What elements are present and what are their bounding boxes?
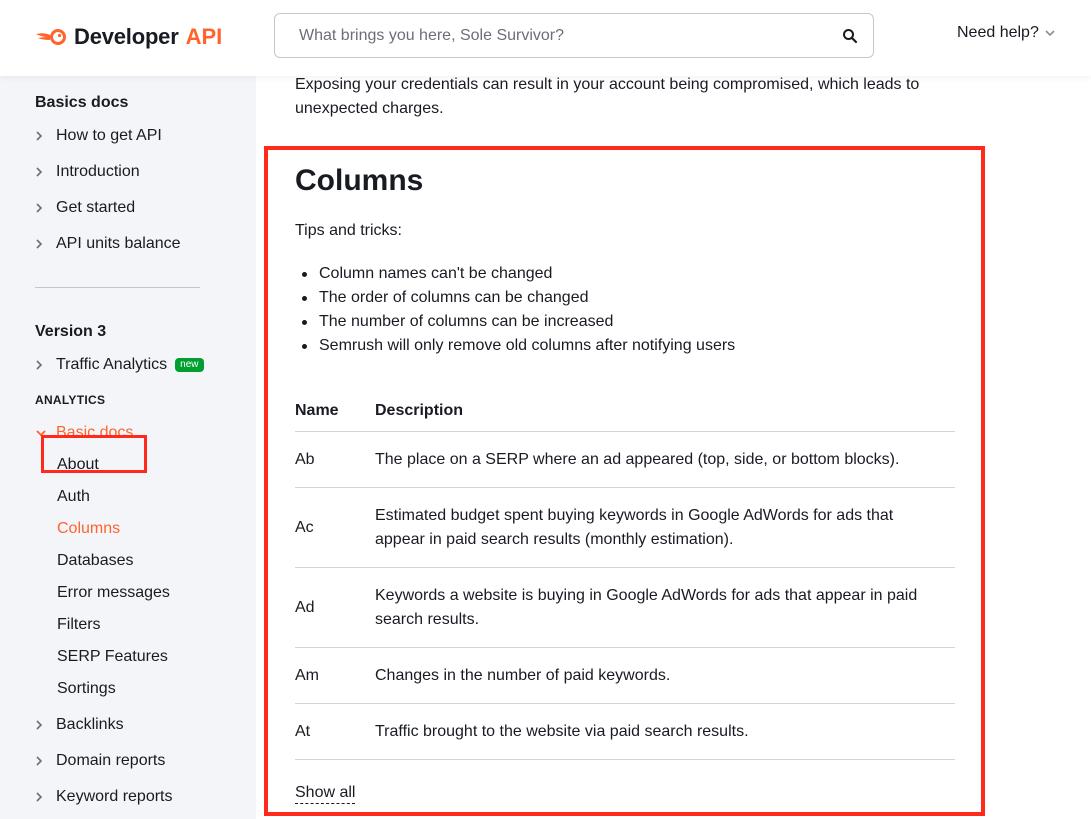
- sidebar-item-domain-reports[interactable]: Domain reports: [35, 749, 165, 773]
- chevron-right-icon: [35, 791, 56, 803]
- chevron-right-icon: [35, 130, 56, 142]
- table-row: Ac Estimated budget spent buying keyword…: [295, 488, 955, 568]
- sidebar-caps-analytics: ANALYTICS: [35, 393, 106, 407]
- logo-link[interactable]: Developer API: [34, 22, 222, 52]
- tip-item: The number of columns can be increased: [295, 310, 735, 334]
- show-all-link[interactable]: Show all: [295, 783, 356, 804]
- table-row: At Traffic brought to the website via pa…: [295, 704, 955, 760]
- sidebar-subitem-filters[interactable]: Filters: [57, 613, 101, 637]
- sidebar-item-label: Domain reports: [56, 752, 166, 769]
- chevron-right-icon: [35, 755, 56, 767]
- cell-name: Ad: [295, 598, 315, 616]
- need-help-dropdown[interactable]: Need help?: [957, 24, 1056, 42]
- table-row: Am Changes in the number of paid keyword…: [295, 648, 955, 704]
- cell-name: Am: [295, 666, 319, 684]
- sidebar-divider: [35, 287, 200, 288]
- sidebar-item-label: Traffic Analytics: [56, 356, 168, 373]
- sidebar-item-label: Backlinks: [56, 716, 124, 733]
- sidebar-item-label: Basic docs: [56, 424, 134, 441]
- sidebar-subitem-sortings[interactable]: Sortings: [57, 677, 116, 701]
- search-icon[interactable]: [827, 14, 873, 57]
- tip-item: The order of columns can be changed: [295, 286, 735, 310]
- top-header: Developer API Need help?: [0, 0, 1091, 76]
- intro-paragraph: Exposing your credentials can result in …: [295, 76, 920, 117]
- sidebar-item-label: How to get API: [56, 127, 162, 144]
- sidebar-item-basic-docs[interactable]: Basic docs: [35, 421, 133, 445]
- sidebar-item-how-to-get-api[interactable]: How to get API: [35, 124, 162, 148]
- chevron-down-icon: [1045, 30, 1055, 37]
- chevron-right-icon: [35, 238, 56, 250]
- tips-label: Tips and tricks:: [295, 222, 402, 239]
- chevron-right-icon: [35, 166, 56, 178]
- sidebar-item-get-started[interactable]: Get started: [35, 196, 135, 220]
- cell-name: Ac: [295, 518, 314, 536]
- sidebar-item-label: Introduction: [56, 163, 140, 180]
- sidebar-item-label: Keyword reports: [56, 788, 173, 805]
- cell-description: Changes in the number of paid keywords.: [375, 666, 671, 684]
- new-badge: new: [175, 358, 204, 372]
- tip-item: Semrush will only remove old columns aft…: [295, 334, 735, 358]
- tips-list: Column names can't be changed The order …: [295, 262, 735, 358]
- brand-name: Developer: [74, 24, 179, 49]
- sidebar-item-introduction[interactable]: Introduction: [35, 160, 140, 184]
- chevron-right-icon: [35, 202, 56, 214]
- columns-table: Name Description Ab The place on a SERP …: [295, 402, 955, 760]
- cell-name: Ab: [295, 450, 315, 468]
- cell-description: Estimated budget spent buying keywords i…: [375, 506, 894, 548]
- chevron-down-icon: [35, 429, 56, 437]
- sidebar-subitem-error-messages[interactable]: Error messages: [57, 581, 170, 605]
- search-box: [274, 13, 874, 58]
- need-help-label: Need help?: [957, 24, 1039, 41]
- sidebar-subitem-serp-features[interactable]: SERP Features: [57, 645, 168, 669]
- sidebar-section-basics: Basics docs: [35, 94, 129, 111]
- sidebar-subitem-about[interactable]: About: [57, 453, 99, 477]
- sidebar-item-traffic-analytics[interactable]: Traffic Analytics new: [35, 353, 204, 377]
- tip-item: Column names can't be changed: [295, 262, 735, 286]
- sidebar-section-version-3: Version 3: [35, 323, 107, 340]
- header-name: Name: [295, 402, 339, 419]
- cell-description: The place on a SERP where an ad appeared…: [375, 450, 900, 468]
- sidebar-subitem-columns[interactable]: Columns: [57, 517, 120, 541]
- sidebar-item-keyword-reports[interactable]: Keyword reports: [35, 785, 173, 809]
- cell-description: Traffic brought to the website via paid …: [375, 722, 749, 740]
- table-row: Ab The place on a SERP where an ad appea…: [295, 432, 955, 488]
- sidebar-item-label: Get started: [56, 199, 136, 216]
- sidebar-item-api-units-balance[interactable]: API units balance: [35, 232, 181, 256]
- sidebar-subitem-databases[interactable]: Databases: [57, 549, 134, 573]
- cell-name: At: [295, 722, 311, 740]
- sidebar-nav: Basics docs How to get API Introduction …: [0, 76, 256, 819]
- sidebar-item-backlinks[interactable]: Backlinks: [35, 713, 124, 737]
- main-content: Exposing your credentials can result in …: [256, 76, 1091, 819]
- page-title: Columns: [295, 164, 424, 197]
- cell-description: Keywords a website is buying in Google A…: [375, 586, 918, 628]
- semrush-flame-icon: [36, 29, 66, 45]
- brand-accent: API: [185, 24, 223, 49]
- search-input[interactable]: [275, 14, 827, 57]
- sidebar-subitem-auth[interactable]: Auth: [57, 485, 90, 509]
- chevron-right-icon: [35, 359, 56, 371]
- header-description: Description: [375, 402, 464, 419]
- sidebar-item-label: API units balance: [56, 235, 181, 252]
- chevron-right-icon: [35, 719, 56, 731]
- table-header: Name Description: [295, 402, 955, 432]
- table-row: Ad Keywords a website is buying in Googl…: [295, 568, 955, 648]
